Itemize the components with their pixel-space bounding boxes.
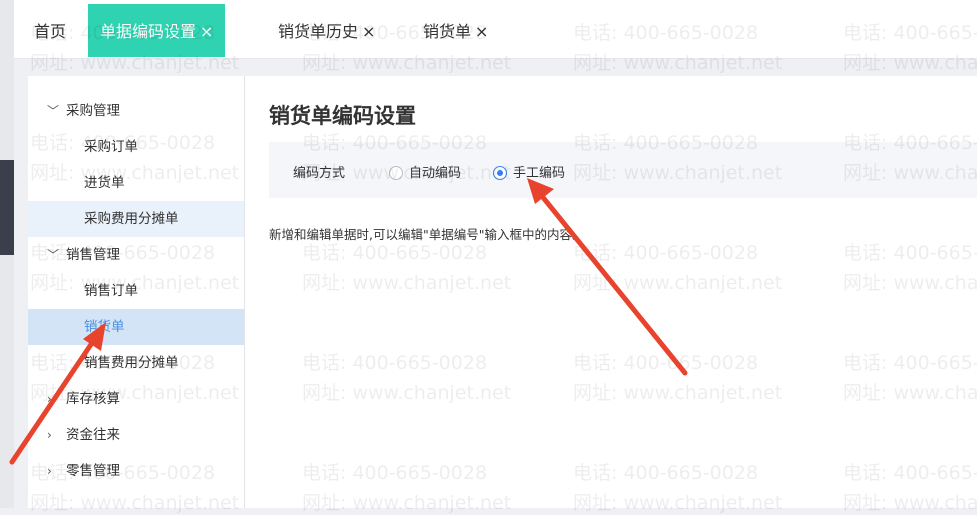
radio-label: 自动编码 bbox=[409, 166, 462, 181]
tab-home-label: 首页 bbox=[34, 22, 67, 41]
chevron-down-icon: ﹀ bbox=[47, 248, 60, 262]
sidebar-item-label: 销售订单 bbox=[84, 283, 138, 299]
tab-sales-order-label: 销货单 bbox=[423, 22, 472, 41]
tab-code-settings[interactable]: 单据编码设置 × bbox=[88, 4, 226, 57]
tab-home[interactable]: 首页 bbox=[34, 4, 66, 57]
sidebar-group-funds[interactable]: › 资金往来 bbox=[28, 417, 244, 453]
sidebar-item-purchase-receipt[interactable]: 进货单 bbox=[28, 165, 244, 201]
left-edge-dark-block bbox=[0, 160, 14, 255]
main-content: 销货单编码设置 编码方式 自动编码 手工编码 新增和编辑单据时,可以编辑"单据编… bbox=[245, 76, 977, 508]
sidebar-group-label: 销售管理 bbox=[66, 247, 120, 263]
sidebar-group-label: 零售管理 bbox=[66, 463, 120, 479]
sidebar-item-purchase-order[interactable]: 采购订单 bbox=[28, 129, 244, 165]
sidebar-item-sales-cost-allocation[interactable]: 销售费用分摊单 bbox=[28, 345, 244, 381]
sidebar-group-retail[interactable]: › 零售管理 bbox=[28, 453, 244, 489]
sidebar-group-label: 库存核算 bbox=[66, 391, 120, 407]
left-edge-strip bbox=[0, 0, 14, 508]
sidebar-item-purchase-cost-allocation[interactable]: 采购费用分摊单 bbox=[28, 201, 244, 237]
sidebar: ﹀ 采购管理 采购订单 进货单 采购费用分摊单 ﹀ 销售管理 销售订单 销货单 … bbox=[28, 76, 245, 508]
sidebar-item-label: 采购订单 bbox=[84, 139, 138, 155]
sidebar-group-label: 资金往来 bbox=[66, 427, 120, 443]
radio-checked-icon bbox=[493, 166, 507, 180]
tab-sales-history[interactable]: 销货单历史 × bbox=[278, 4, 375, 57]
sidebar-item-label: 销货单 bbox=[84, 319, 125, 335]
sidebar-group-label: 采购管理 bbox=[66, 103, 120, 119]
sidebar-item-sales-delivery[interactable]: 销货单 bbox=[28, 309, 244, 345]
radio-circle-icon bbox=[389, 166, 403, 180]
tab-sales-history-label: 销货单历史 bbox=[278, 22, 359, 41]
close-icon[interactable]: × bbox=[362, 22, 375, 41]
close-icon[interactable]: × bbox=[475, 22, 488, 41]
sidebar-group-purchase[interactable]: ﹀ 采购管理 bbox=[28, 93, 244, 129]
page-title: 销货单编码设置 bbox=[269, 104, 416, 128]
radio-label: 手工编码 bbox=[513, 166, 566, 181]
sidebar-item-label: 销售费用分摊单 bbox=[84, 355, 179, 371]
chevron-down-icon: ﹀ bbox=[47, 104, 60, 118]
sidebar-item-label: 采购费用分摊单 bbox=[84, 211, 179, 227]
radio-auto-coding[interactable]: 自动编码 bbox=[389, 162, 461, 181]
close-icon[interactable]: × bbox=[200, 22, 213, 41]
coding-description: 新增和编辑单据时,可以编辑"单据编号"输入框中的内容。 bbox=[269, 227, 585, 242]
sidebar-item-sales-order[interactable]: 销售订单 bbox=[28, 273, 244, 309]
coding-method-label: 编码方式 bbox=[293, 166, 346, 181]
chevron-right-icon: › bbox=[47, 392, 52, 406]
chevron-right-icon: › bbox=[47, 464, 52, 478]
tab-sales-order[interactable]: 销货单 × bbox=[423, 4, 488, 57]
sidebar-item-label: 进货单 bbox=[84, 175, 125, 191]
coding-method-panel: 编码方式 自动编码 手工编码 bbox=[269, 142, 977, 198]
sidebar-group-sales[interactable]: ﹀ 销售管理 bbox=[28, 237, 244, 273]
tab-code-settings-label: 单据编码设置 bbox=[100, 22, 197, 41]
chevron-right-icon: › bbox=[47, 428, 52, 442]
tab-bar: 首页 单据编码设置 × 销货单历史 × 销货单 × bbox=[14, 0, 977, 59]
sidebar-group-inventory[interactable]: › 库存核算 bbox=[28, 381, 244, 417]
radio-manual-coding[interactable]: 手工编码 bbox=[493, 162, 565, 181]
